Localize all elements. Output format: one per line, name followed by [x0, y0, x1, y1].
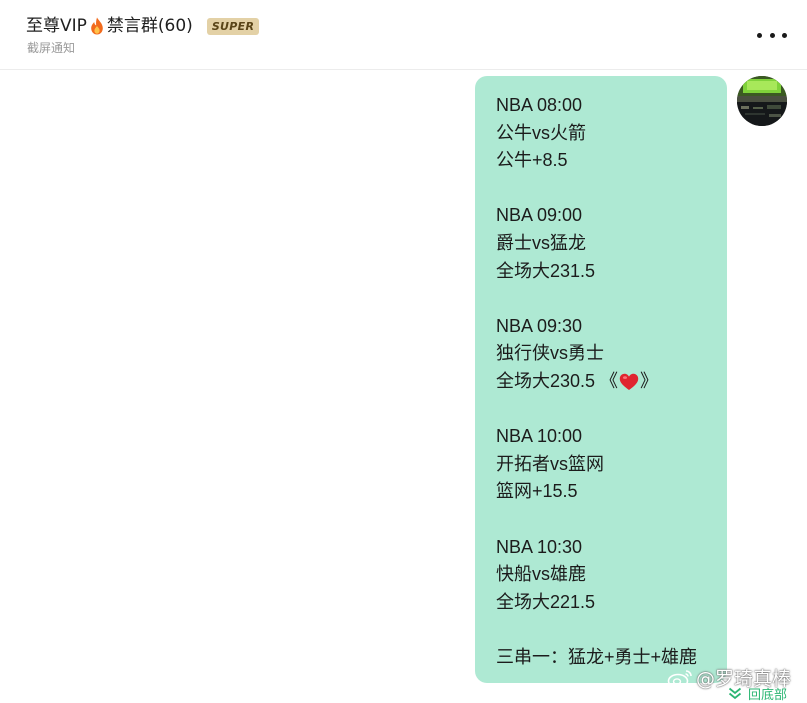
scroll-to-bottom-label: 回底部: [748, 688, 788, 703]
message-line: 公牛vs火箭: [496, 122, 586, 143]
message-line: 快船vs雄鹿: [496, 564, 586, 585]
group-title-suffix: 禁言群(60): [106, 16, 193, 36]
fire-icon: [90, 17, 104, 35]
message-line: NBA 09:00: [496, 205, 583, 226]
message-line: 开拓者vs篮网: [496, 453, 604, 474]
heart-line-after: 》: [640, 370, 659, 391]
more-options-button[interactable]: [757, 26, 787, 44]
message-line: NBA 10:00: [496, 426, 583, 447]
group-title-prefix: 至尊VIP: [26, 16, 87, 36]
sender-avatar[interactable]: [737, 76, 787, 126]
double-chevron-down-icon: [728, 687, 742, 700]
message-line: NBA 08:00: [496, 95, 583, 115]
message-line: 公牛+8.5: [496, 150, 568, 171]
more-dot: [769, 32, 775, 38]
message-line: NBA 10:30: [496, 536, 583, 557]
scroll-to-bottom-button[interactable]: 回底部: [728, 684, 787, 703]
heart-icon: [619, 373, 639, 391]
message-line: NBA 09:30: [496, 315, 583, 336]
screenshot-notice: 截屏通知: [27, 41, 76, 55]
more-dot: [782, 32, 787, 38]
super-badge: SUPER: [206, 17, 260, 35]
message-bubble[interactable]: NBA 08:00 公牛vs火箭 公牛+8.5 NBA 09:00 爵士vs猛龙…: [475, 76, 727, 683]
message-line: 独行侠vs勇士: [496, 343, 604, 364]
group-title[interactable]: 至尊VIP 禁言群(60) SUPER: [26, 14, 260, 38]
message-line: 爵士vs猛龙: [496, 232, 586, 253]
message-line: 全场大221.5: [496, 591, 596, 612]
chat-header: 至尊VIP 禁言群(60) SUPER 截屏通知: [0, 0, 807, 70]
more-dots-icon: [757, 32, 762, 38]
message-line: 篮网+15.5: [496, 481, 578, 502]
message-line-with-heart: 全场大230.5 《 》: [496, 368, 727, 396]
heart-line-before: 全场大230.5 《: [496, 370, 619, 391]
message-line: 全场大231.5: [496, 260, 596, 281]
weibo-icon: [667, 669, 692, 688]
